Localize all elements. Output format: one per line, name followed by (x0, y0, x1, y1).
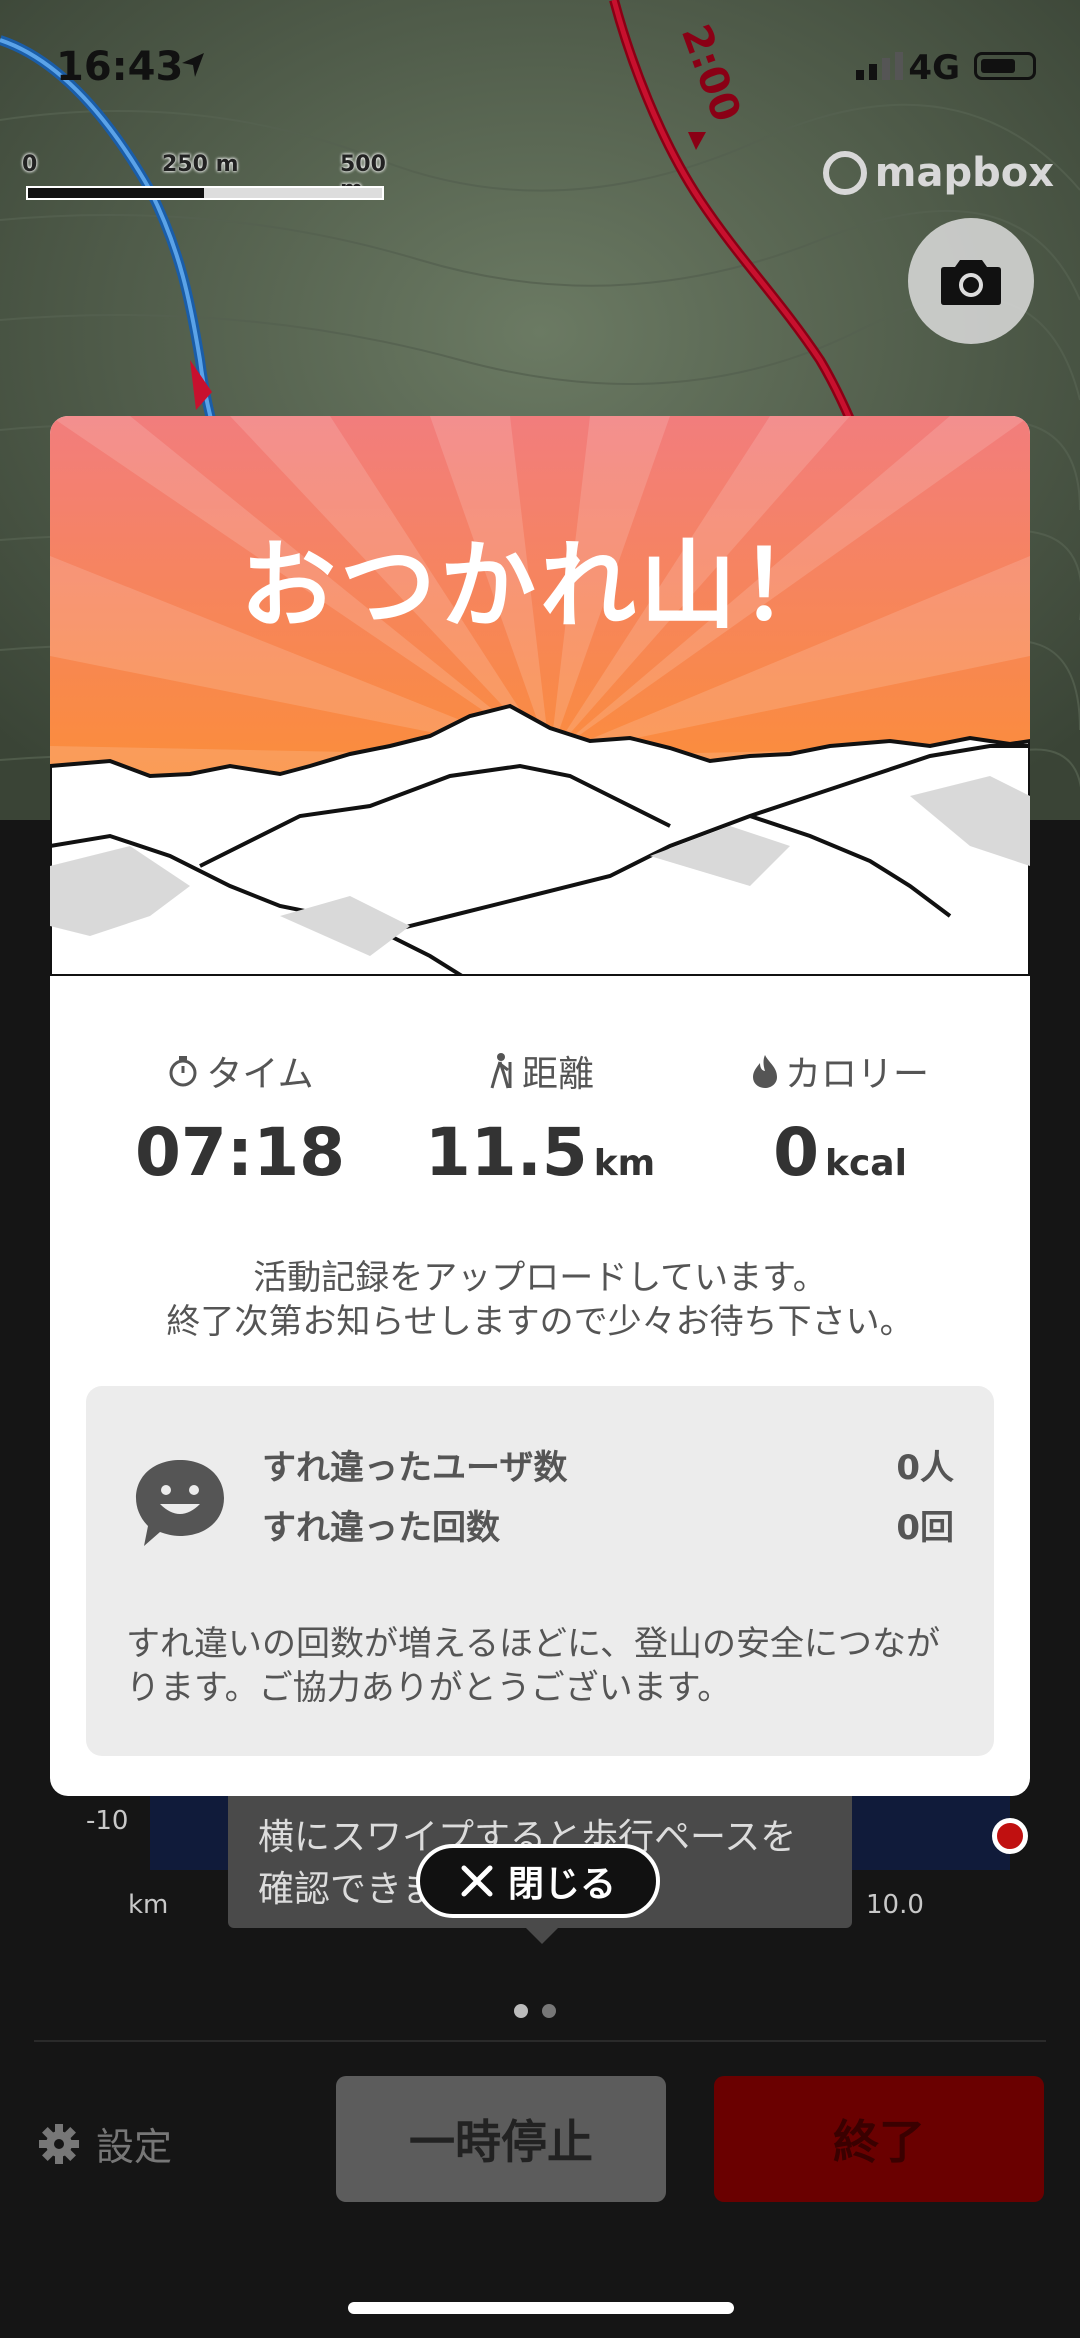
page-dot-1 (514, 2004, 528, 2018)
close-button[interactable]: 閉じる (416, 1844, 660, 1918)
stat-calorie-label: カロリー (784, 1054, 929, 1095)
upload-message: 活動記録をアップロードしています。 終了次第お知らせしますので少々お待ち下さい。 (50, 1256, 1030, 1344)
status-bar: 16:43 4G (0, 44, 1080, 104)
summit-complete-dialog: おつかれ山！ タイム 07:18 距離 11.5 km カロリー 0 kcal 活動… (50, 416, 1030, 1796)
stat-distance-label: 距離 (521, 1054, 594, 1095)
current-position-marker (992, 1818, 1028, 1854)
close-icon (461, 1865, 493, 1897)
stat-time: タイム 07:18 (90, 1046, 390, 1191)
passing-note: すれ違いの回数が増えるほどに、登山の安全につながります。ご協力ありがとうございま… (126, 1624, 940, 1708)
upload-message-line1: 活動記録をアップロードしています。 (253, 1258, 827, 1298)
settings-label: 設定 (96, 2125, 173, 2169)
upload-message-line2: 終了次第お知らせしますので少々お待ち下さい。 (166, 1302, 914, 1342)
stat-calorie-unit: kcal (825, 1143, 907, 1184)
passing-info-box: すれ違ったユーザ数 0人 すれ違った回数 0回 すれ違いの回数が増えるほどに、登… (86, 1386, 994, 1756)
smiley-chat-icon (136, 1460, 224, 1546)
stopwatch-icon (169, 1056, 197, 1087)
signal-icon (856, 52, 903, 80)
network-type: 4G (908, 48, 960, 88)
y-tick-label: -10 (86, 1806, 129, 1836)
stat-calorie: カロリー 0 kcal (690, 1046, 990, 1191)
scale-label-250: 250 m (162, 152, 239, 177)
scale-label-0: 0 (22, 152, 38, 177)
passed-count-value: 0回 (896, 1508, 954, 1548)
page-dot-2 (542, 2004, 556, 2018)
gear-icon (39, 2123, 79, 2164)
tooltip-arrow (524, 1926, 560, 1944)
passed-count-label: すれ違った回数 (262, 1508, 500, 1548)
passed-users-label: すれ違ったユーザ数 (262, 1448, 568, 1488)
camera-icon (941, 260, 1001, 305)
mapbox-logo[interactable]: mapbox (822, 150, 1054, 196)
divider (34, 2040, 1046, 2042)
mountain-illustration (50, 416, 1030, 976)
stat-time-value: 07:18 (134, 1114, 346, 1191)
flame-icon (752, 1055, 777, 1088)
passed-users-value: 0人 (896, 1448, 954, 1488)
stat-calorie-value: 0 (773, 1114, 819, 1191)
dialog-title: おつかれ山！ (240, 530, 840, 642)
pause-button[interactable]: 一時停止 (336, 2076, 666, 2202)
clock: 16:43 (56, 44, 184, 90)
page-indicator (514, 2004, 556, 2018)
x-end-label: 10.0 (866, 1890, 924, 1920)
stat-distance-unit: km (593, 1143, 656, 1184)
activity-stats: タイム 07:18 距離 11.5 km カロリー 0 kcal (50, 1046, 1030, 1191)
stat-distance: 距離 11.5 km (390, 1046, 690, 1191)
battery-icon (974, 52, 1036, 80)
home-indicator[interactable] (348, 2302, 734, 2314)
hiker-icon (490, 1053, 512, 1089)
close-label: 閉じる (507, 1864, 616, 1905)
settings-button[interactable]: 設定 (38, 2116, 172, 2171)
stat-time-label: タイム (206, 1054, 314, 1095)
stat-distance-value: 11.5 (424, 1114, 588, 1191)
location-arrow-icon (182, 53, 204, 77)
x-unit-label: km (128, 1890, 169, 1920)
camera-button[interactable] (908, 218, 1034, 344)
end-button[interactable]: 終了 (714, 2076, 1044, 2202)
map-scale: 0 250 m 500 m (22, 152, 386, 212)
